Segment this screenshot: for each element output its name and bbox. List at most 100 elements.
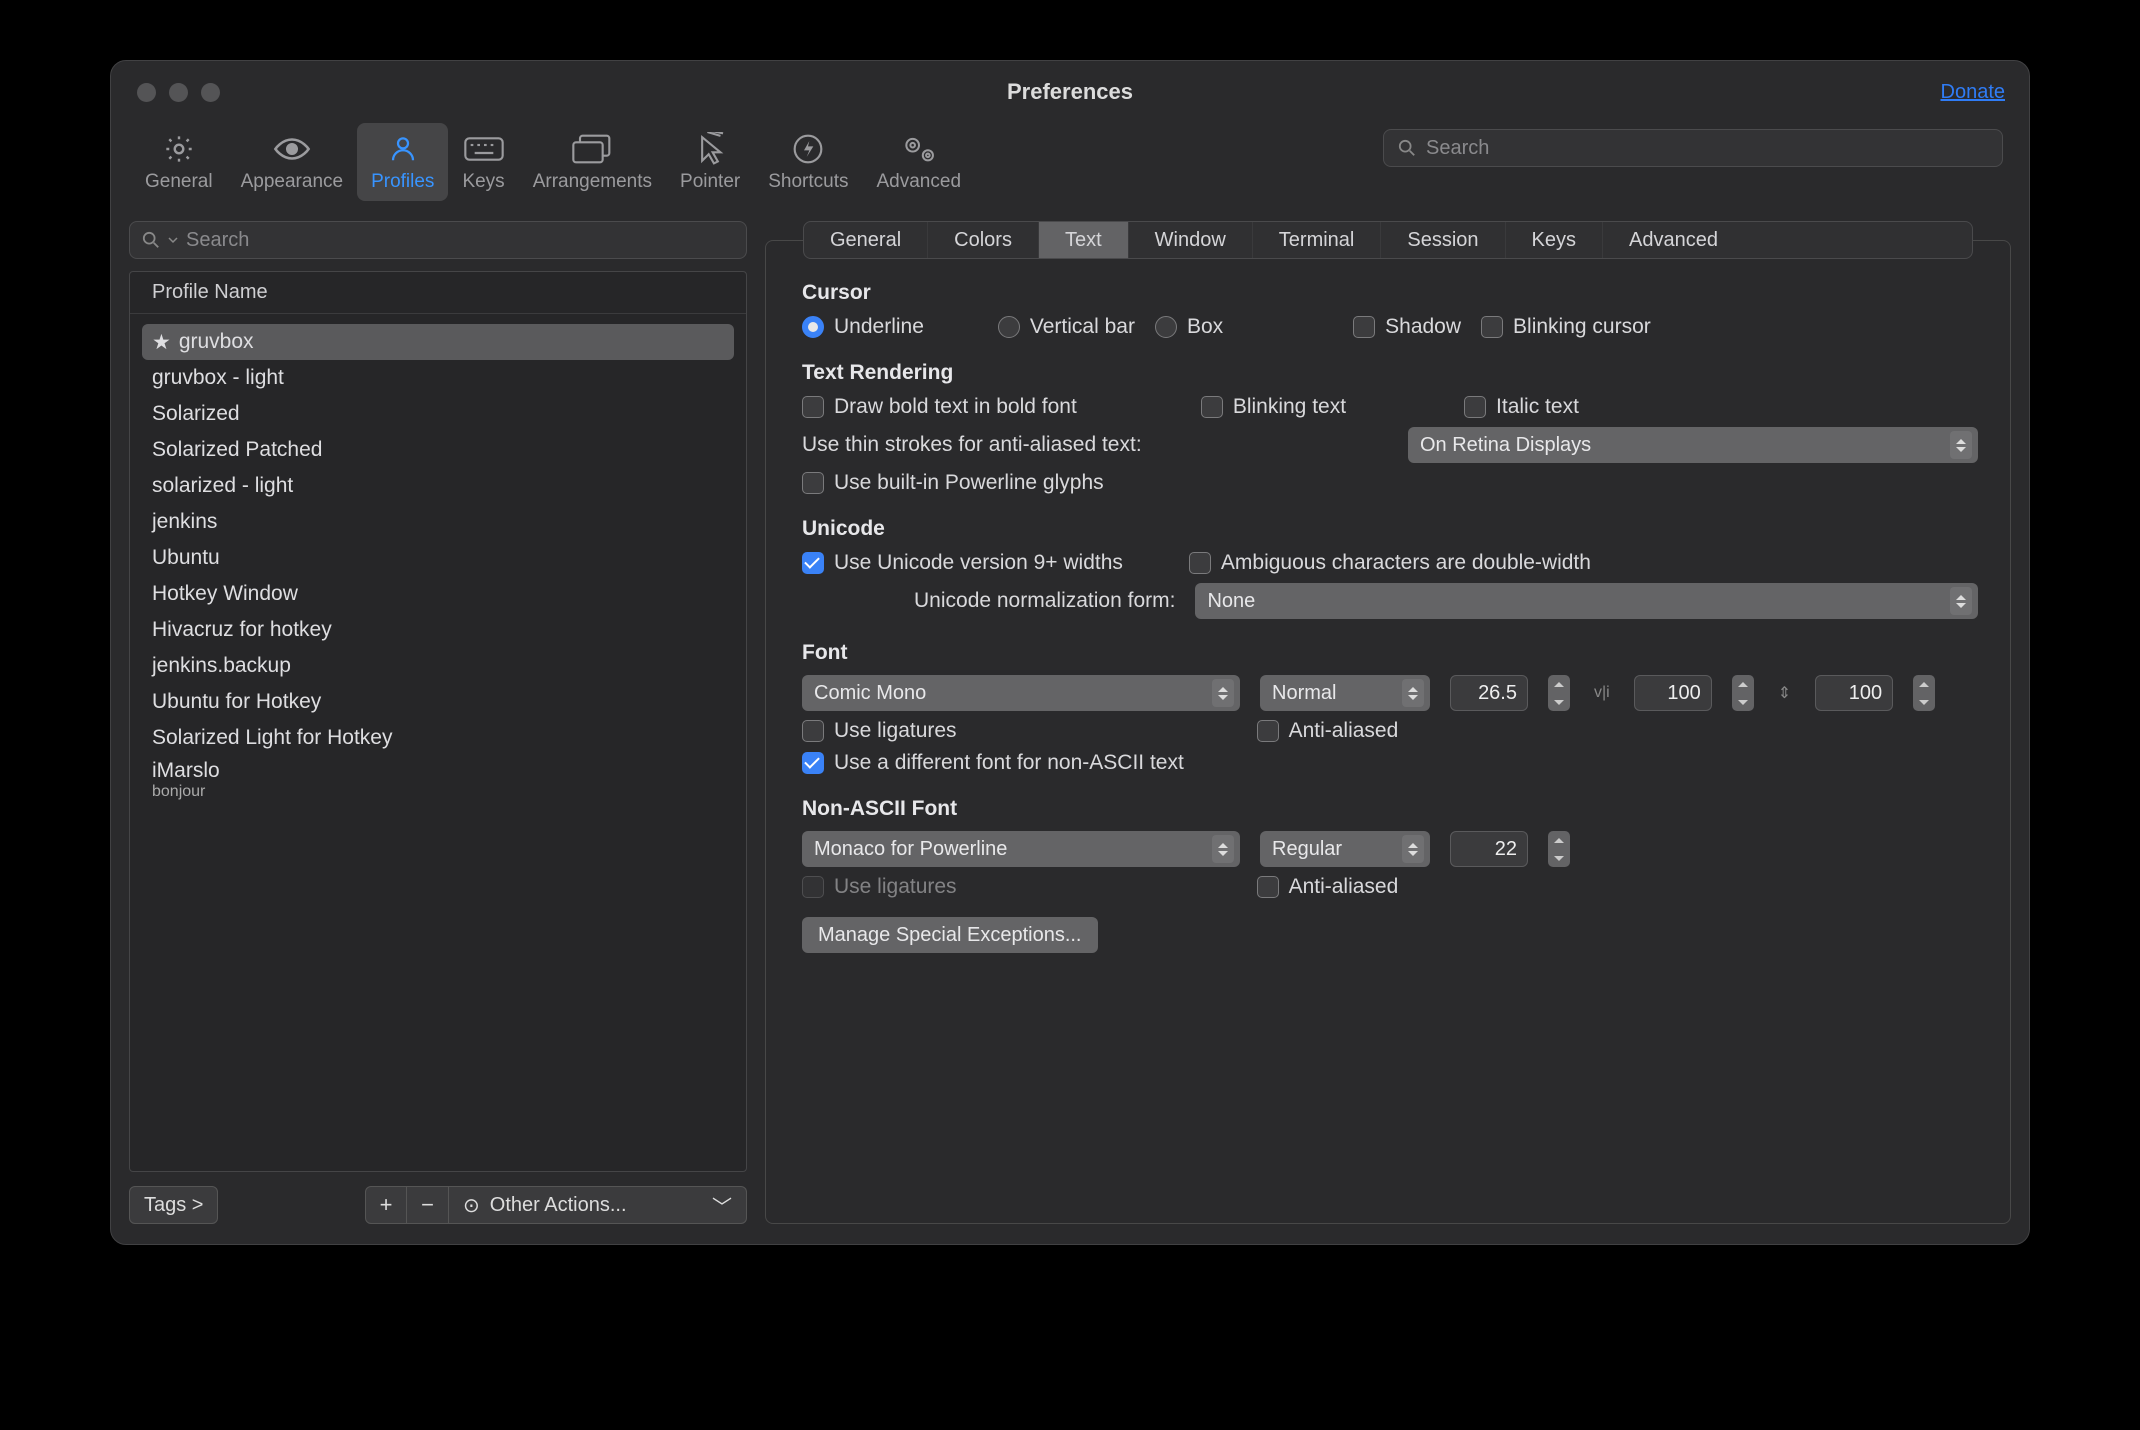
add-profile-button[interactable]: + [365, 1186, 407, 1224]
toolbar-pointer[interactable]: Pointer [666, 123, 754, 201]
toolbar-general[interactable]: General [131, 123, 227, 201]
keyboard-icon [464, 129, 504, 169]
window-title: Preferences [1007, 79, 1133, 105]
profile-item[interactable]: Ubuntu [142, 540, 734, 576]
profile-search[interactable] [129, 221, 747, 259]
tab-colors[interactable]: Colors [928, 222, 1039, 258]
search-icon [142, 231, 160, 249]
profile-item[interactable]: Solarized Patched [142, 432, 734, 468]
letter-spacing-stepper[interactable] [1732, 675, 1754, 711]
checkbox-label: Blinking text [1233, 395, 1346, 419]
toolbar-label: Appearance [241, 171, 343, 193]
line-spacing-field[interactable]: 100 [1815, 675, 1893, 711]
cursor-underline-radio[interactable]: Underline [802, 315, 924, 339]
close-button[interactable] [137, 83, 156, 102]
toolbar-shortcuts[interactable]: Shortcuts [754, 123, 862, 201]
toolbar-label: Arrangements [533, 171, 652, 193]
other-actions-button[interactable]: ⊙ Other Actions... ﹀ [449, 1186, 747, 1224]
font-weight-select[interactable]: Normal [1260, 675, 1430, 711]
profile-item[interactable]: gruvbox - light [142, 360, 734, 396]
toolbar-appearance[interactable]: Appearance [227, 123, 357, 201]
tab-session[interactable]: Session [1381, 222, 1505, 258]
toolbar-label: Advanced [877, 171, 962, 193]
text-rendering-section-title: Text Rendering [802, 361, 1978, 385]
checkbox-label: Draw bold text in bold font [834, 395, 1077, 419]
radio-label: Box [1187, 315, 1223, 339]
font-family-select[interactable]: Comic Mono [802, 675, 1240, 711]
cursor-box-radio[interactable]: Box [1155, 315, 1223, 339]
minimize-button[interactable] [169, 83, 188, 102]
select-value: Normal [1272, 682, 1336, 705]
unicode-v9-checkbox[interactable]: Use Unicode version 9+ widths [802, 551, 1123, 575]
nonascii-size-stepper[interactable] [1548, 831, 1570, 867]
line-spacing-stepper[interactable] [1913, 675, 1935, 711]
toolbar-label: Keys [462, 171, 504, 193]
cursor-blinking-checkbox[interactable]: Blinking cursor [1481, 315, 1651, 339]
thin-strokes-label: Use thin strokes for anti-aliased text: [802, 433, 1142, 457]
profile-detail: GeneralColorsTextWindowTerminalSessionKe… [765, 221, 2011, 1224]
line-spacing-icon: ⇕ [1774, 683, 1795, 703]
italic-checkbox[interactable]: Italic text [1464, 395, 1579, 419]
remove-profile-button[interactable]: − [407, 1186, 449, 1224]
blinking-text-checkbox[interactable]: Blinking text [1201, 395, 1346, 419]
profile-name: Hotkey Window [152, 582, 298, 606]
nonascii-weight-select[interactable]: Regular [1260, 831, 1430, 867]
thin-strokes-select[interactable]: On Retina Displays [1408, 427, 1978, 463]
font-size-field[interactable]: 26.5 [1450, 675, 1528, 711]
nonascii-antialiased-checkbox[interactable]: Anti-aliased [1257, 875, 1399, 899]
toolbar-label: General [145, 171, 213, 193]
zoom-button[interactable] [201, 83, 220, 102]
profile-name: Solarized Patched [152, 438, 322, 462]
tab-terminal[interactable]: Terminal [1253, 222, 1382, 258]
profile-item[interactable]: Hivacruz for hotkey [142, 612, 734, 648]
toolbar-label: Shortcuts [768, 171, 848, 193]
checkbox-label: Anti-aliased [1289, 875, 1399, 899]
profile-item[interactable]: jenkins [142, 504, 734, 540]
manage-exceptions-button[interactable]: Manage Special Exceptions... [802, 917, 1098, 953]
tab-advanced[interactable]: Advanced [1603, 222, 1744, 258]
profile-item[interactable]: ★gruvbox [142, 324, 734, 360]
toolbar-search[interactable] [1383, 129, 2003, 167]
profile-list-header[interactable]: Profile Name [130, 272, 746, 314]
profile-item[interactable]: Hotkey Window [142, 576, 734, 612]
select-value: Regular [1272, 838, 1342, 861]
donate-link[interactable]: Donate [1941, 81, 2006, 104]
ligatures-checkbox[interactable]: Use ligatures [802, 719, 957, 743]
profile-item[interactable]: iMarslobonjour [142, 756, 734, 804]
bold-checkbox[interactable]: Draw bold text in bold font [802, 395, 1077, 419]
normalization-select[interactable]: None [1195, 583, 1978, 619]
profile-item[interactable]: solarized - light [142, 468, 734, 504]
cursor-vertical-radio[interactable]: Vertical bar [998, 315, 1135, 339]
font-size-stepper[interactable] [1548, 675, 1570, 711]
select-arrows-icon [1402, 679, 1424, 707]
profile-item[interactable]: jenkins.backup [142, 648, 734, 684]
radio-label: Underline [834, 315, 924, 339]
profile-item[interactable]: Solarized [142, 396, 734, 432]
powerline-checkbox[interactable]: Use built-in Powerline glyphs [802, 471, 1104, 495]
toolbar-keys[interactable]: Keys [448, 123, 518, 201]
letter-spacing-field[interactable]: 100 [1634, 675, 1712, 711]
tab-general[interactable]: General [804, 222, 928, 258]
nonascii-family-select[interactable]: Monaco for Powerline [802, 831, 1240, 867]
tab-window[interactable]: Window [1129, 222, 1253, 258]
nonascii-ligatures-checkbox[interactable]: Use ligatures [802, 875, 957, 899]
toolbar-profiles[interactable]: Profiles [357, 123, 448, 201]
profile-search-input[interactable] [186, 229, 734, 252]
antialiased-checkbox[interactable]: Anti-aliased [1257, 719, 1399, 743]
profile-name: jenkins [152, 510, 217, 534]
gears-icon [900, 129, 938, 169]
tab-keys[interactable]: Keys [1506, 222, 1603, 258]
toolbar-arrangements[interactable]: Arrangements [519, 123, 666, 201]
toolbar-advanced[interactable]: Advanced [863, 123, 976, 201]
nonascii-diff-checkbox[interactable]: Use a different font for non-ASCII text [802, 751, 1184, 775]
tab-text[interactable]: Text [1039, 222, 1129, 258]
profile-item[interactable]: Ubuntu for Hotkey [142, 684, 734, 720]
cursor-shadow-checkbox[interactable]: Shadow [1353, 315, 1461, 339]
toolbar-search-input[interactable] [1426, 137, 1988, 160]
ambiguous-checkbox[interactable]: Ambiguous characters are double-width [1189, 551, 1591, 575]
profile-item[interactable]: Solarized Light for Hotkey [142, 720, 734, 756]
tags-button[interactable]: Tags > [129, 1186, 218, 1224]
letter-spacing-icon: v|i [1590, 684, 1614, 702]
nonascii-size-field[interactable]: 22 [1450, 831, 1528, 867]
preferences-window: Preferences Donate General Appearance Pr… [110, 60, 2030, 1245]
